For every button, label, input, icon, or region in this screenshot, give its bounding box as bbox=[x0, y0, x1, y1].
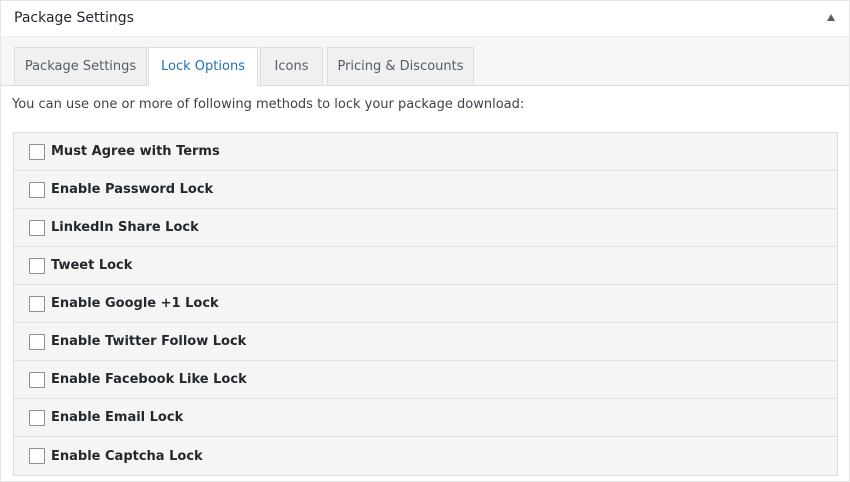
panel-header[interactable]: Package Settings bbox=[1, 1, 849, 37]
tab-pricing-discounts[interactable]: Pricing & Discounts bbox=[327, 47, 474, 86]
checkbox[interactable] bbox=[29, 181, 45, 198]
option-captcha-lock[interactable]: Enable Captcha Lock bbox=[14, 437, 837, 475]
option-label[interactable]: Must Agree with Terms bbox=[51, 144, 220, 159]
tabs-bar: Package Settings Lock Options Icons Pric… bbox=[1, 37, 849, 87]
option-label[interactable]: Enable Email Lock bbox=[51, 410, 183, 425]
intro-text: You can use one or more of following met… bbox=[12, 97, 525, 112]
option-must-agree-terms[interactable]: Must Agree with Terms bbox=[14, 133, 837, 171]
checkbox[interactable] bbox=[29, 448, 45, 464]
option-password-lock[interactable]: Enable Password Lock bbox=[14, 171, 837, 209]
tab-icons[interactable]: Icons bbox=[260, 47, 323, 86]
checkbox[interactable] bbox=[29, 257, 45, 274]
panel-title: Package Settings bbox=[14, 10, 134, 26]
option-linkedin-share-lock[interactable]: LinkedIn Share Lock bbox=[14, 209, 837, 247]
option-label[interactable]: Enable Google +1 Lock bbox=[51, 296, 219, 311]
option-label[interactable]: Enable Captcha Lock bbox=[51, 449, 203, 464]
option-label[interactable]: LinkedIn Share Lock bbox=[51, 220, 199, 235]
checkbox[interactable] bbox=[29, 295, 45, 312]
checkbox[interactable] bbox=[29, 219, 45, 236]
option-label[interactable]: Tweet Lock bbox=[51, 258, 132, 273]
option-twitter-follow-lock[interactable]: Enable Twitter Follow Lock bbox=[14, 323, 837, 361]
option-facebook-like-lock[interactable]: Enable Facebook Like Lock bbox=[14, 361, 837, 399]
option-email-lock[interactable]: Enable Email Lock bbox=[14, 399, 837, 437]
checkbox[interactable] bbox=[29, 143, 45, 160]
checkbox[interactable] bbox=[29, 333, 45, 350]
option-label[interactable]: Enable Twitter Follow Lock bbox=[51, 334, 246, 349]
checkbox[interactable] bbox=[29, 409, 45, 426]
tab-package-settings[interactable]: Package Settings bbox=[14, 47, 147, 86]
triangle-up-icon[interactable] bbox=[827, 14, 835, 21]
option-label[interactable]: Enable Password Lock bbox=[51, 182, 213, 197]
package-settings-panel: Package Settings Package Settings Lock O… bbox=[0, 0, 850, 482]
option-label[interactable]: Enable Facebook Like Lock bbox=[51, 372, 247, 387]
lock-options-list: Must Agree with Terms Enable Password Lo… bbox=[13, 132, 838, 476]
option-google-plus-one-lock[interactable]: Enable Google +1 Lock bbox=[14, 285, 837, 323]
checkbox[interactable] bbox=[29, 371, 45, 388]
tab-lock-options[interactable]: Lock Options bbox=[148, 47, 258, 87]
option-tweet-lock[interactable]: Tweet Lock bbox=[14, 247, 837, 285]
